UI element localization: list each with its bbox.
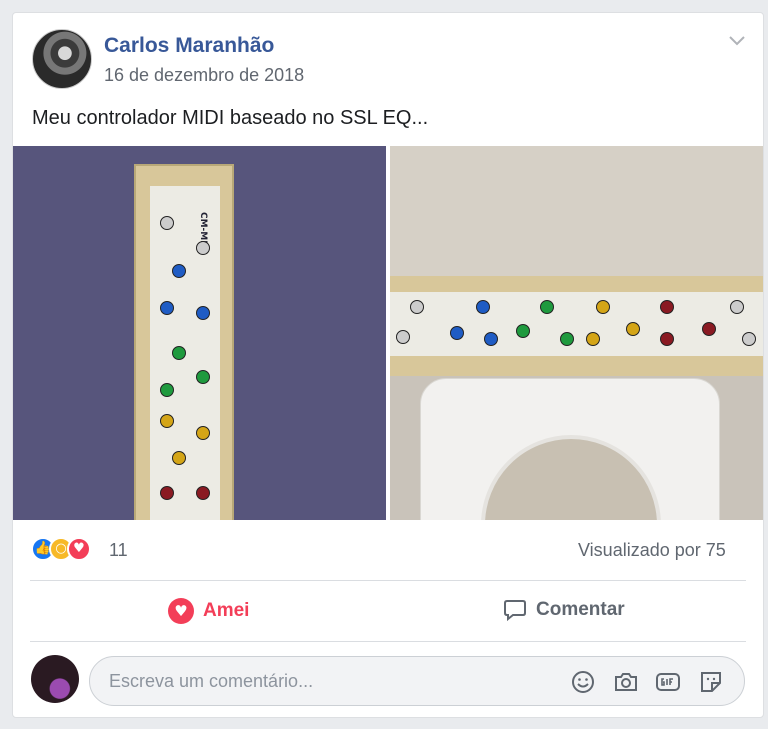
knob: [196, 306, 210, 320]
love-label: Amei: [203, 600, 250, 622]
knob: [560, 332, 574, 346]
knob: [160, 414, 174, 428]
view-count[interactable]: Visualizado por 75: [578, 540, 726, 561]
comment-placeholder: Escreva um comentário...: [109, 671, 314, 691]
knob: [160, 383, 174, 397]
knob: [396, 330, 410, 344]
divider: [30, 641, 746, 642]
post-text: Meu controlador MIDI baseado no SSL EQ..…: [32, 107, 429, 129]
love-button[interactable]: ♥ Amei: [168, 598, 249, 628]
author-avatar[interactable]: [32, 29, 92, 89]
comment-button[interactable]: Comentar: [503, 598, 625, 628]
knob: [450, 326, 464, 340]
knob: [196, 486, 210, 500]
wooden-rail: CM-MIDI: [134, 164, 234, 520]
gif-icon[interactable]: [655, 669, 681, 695]
knob: [730, 300, 744, 314]
knob: [196, 370, 210, 384]
avatar[interactable]: [31, 655, 79, 703]
sticker-icon[interactable]: [698, 669, 724, 695]
photo-vertical-controller[interactable]: CM-MIDI: [13, 146, 386, 520]
camera-icon[interactable]: [613, 669, 639, 695]
knob: [660, 332, 674, 346]
controller-panel: [390, 292, 763, 356]
white-stool: [420, 378, 720, 520]
comment-icon: [504, 600, 526, 622]
knob: [160, 301, 174, 315]
knob: [172, 264, 186, 278]
knob: [626, 322, 640, 336]
divider: [30, 580, 746, 581]
chevron-down-icon[interactable]: [727, 33, 747, 49]
knob: [702, 322, 716, 336]
knob: [172, 451, 186, 465]
knob: [160, 486, 174, 500]
controller-panel: CM-MIDI: [150, 186, 220, 520]
reaction-icons[interactable]: 👍 ○ ♥: [31, 537, 111, 561]
knob: [742, 332, 756, 346]
photo-horizontal-controller[interactable]: [390, 146, 763, 520]
comment-input[interactable]: Escreva um comentário...: [89, 656, 745, 706]
love-icon: ♥: [168, 598, 194, 624]
reaction-count[interactable]: 11: [109, 540, 128, 561]
knob: [596, 300, 610, 314]
knob: [410, 300, 424, 314]
wall: [390, 146, 763, 276]
post-card: Carlos Maranhão 16 de dezembro de 2018 M…: [12, 12, 764, 718]
emoji-icon[interactable]: [570, 669, 596, 695]
knob: [172, 346, 186, 360]
knob: [586, 332, 600, 346]
author-name[interactable]: Carlos Maranhão: [104, 34, 274, 58]
knob: [196, 426, 210, 440]
knob: [196, 241, 210, 255]
knob: [660, 300, 674, 314]
knob: [476, 300, 490, 314]
post-date[interactable]: 16 de dezembro de 2018: [104, 65, 304, 86]
comment-label: Comentar: [536, 599, 625, 621]
love-icon: ♥: [67, 537, 91, 561]
wooden-rail: [390, 276, 763, 376]
knob: [540, 300, 554, 314]
knob: [516, 324, 530, 338]
knob: [484, 332, 498, 346]
stool-opening: [481, 435, 661, 520]
knob: [160, 216, 174, 230]
